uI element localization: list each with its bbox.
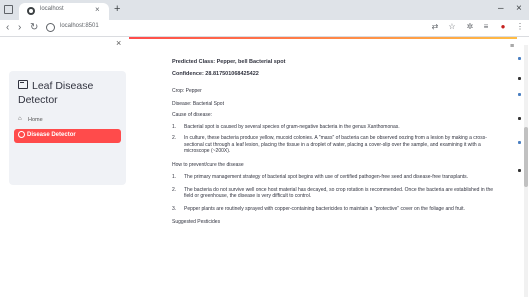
app-title-text: Leaf Disease Detector [18, 80, 94, 106]
window-close-icon[interactable]: × [516, 2, 522, 16]
list-item: 1. The primary management strategy of bac… [172, 174, 469, 180]
nav-item-label: Disease Detector [27, 132, 76, 138]
panel-fragment [518, 141, 521, 144]
cause-header: Cause of disease: [172, 112, 213, 118]
panel-fragment [518, 169, 521, 172]
browser-tab[interactable]: localhost × [19, 3, 109, 20]
panel-fragment [518, 117, 521, 120]
list-item: 3. Pepper plants are routinely sprayed wi… [172, 205, 465, 212]
confidence: Confidence: 28.817501068425422 [172, 70, 259, 77]
list-item: 2. In culture, these bacteria produce yel… [172, 135, 487, 154]
nav-menu: Leaf Disease Detector ⌂ Home Disease Det… [9, 71, 126, 185]
site-info-icon[interactable] [46, 23, 55, 32]
main-content: ≡ Predicted Class: Pepper, bell Bacteria… [129, 37, 517, 301]
minimize-icon[interactable]: – [498, 2, 504, 16]
nav-item-disease-detector[interactable]: Disease Detector [14, 129, 121, 143]
forward-icon[interactable]: › [18, 21, 21, 35]
browser-toolbar: ‹ › ↻ localhost:8501 ⇄ ☆ ✲ ≡ ● ⋮ [0, 20, 529, 37]
bookmark-icon[interactable]: ☆ [447, 22, 457, 32]
panel-fragment [518, 57, 521, 60]
panel-fragment [518, 77, 521, 80]
app-title: Leaf Disease Detector [18, 79, 122, 107]
sidebar-close-icon[interactable]: × [116, 38, 121, 48]
tab-title: localhost [40, 6, 64, 12]
side-panel [517, 37, 529, 301]
profile-icon[interactable]: ● [498, 22, 508, 32]
window-menu-icon[interactable] [4, 5, 13, 14]
address-bar[interactable]: localhost:8501 [44, 22, 464, 34]
header-decoration [129, 37, 517, 39]
reload-icon[interactable]: ↻ [30, 21, 38, 35]
scrollbar-thumb[interactable] [524, 127, 528, 187]
predicted-class: Predicted Class: Pepper, bell Bacterial … [172, 59, 286, 65]
app-menu-icon[interactable]: ≡ [510, 43, 514, 50]
circle-icon [18, 131, 25, 138]
suggest-header: Suggested Pesticides [172, 219, 221, 225]
url-text[interactable]: localhost:8501 [60, 23, 99, 29]
nav-item-home[interactable]: ⌂ Home [16, 115, 119, 127]
tab-close-icon[interactable]: × [95, 5, 100, 15]
cause-list: 1. Bacterial spot is caused by several sp… [172, 124, 497, 155]
new-tab-icon[interactable]: + [114, 3, 120, 15]
app-logo-icon [18, 80, 28, 89]
home-icon: ⌂ [18, 116, 22, 122]
favicon-icon [27, 7, 35, 15]
translate-icon[interactable]: ⇄ [430, 22, 440, 32]
reading-list-icon[interactable]: ≡ [481, 22, 491, 32]
extension-icon[interactable]: ✲ [465, 22, 475, 32]
sidebar: × Leaf Disease Detector ⌂ Home Disease D… [0, 37, 129, 301]
disease-name: Disease: Bacterial Spot [172, 100, 224, 107]
list-item: 2. The bacteria do not survive well once … [172, 186, 494, 200]
nav-item-label: Home [28, 117, 43, 123]
panel-fragment [518, 93, 521, 96]
prevent-header: How to prevent/cure the disease [172, 161, 244, 168]
result-panel: Predicted Class: Pepper, bell Bacterial … [172, 59, 497, 226]
crop-name: Crop: Pepper [172, 88, 202, 94]
back-icon[interactable]: ‹ [6, 21, 9, 35]
more-menu-icon[interactable]: ⋮ [515, 22, 525, 32]
prevent-list: 1. The primary management strategy of bac… [172, 174, 497, 212]
list-item: 1. Bacterial spot is caused by several sp… [172, 123, 400, 130]
browser-titlebar: localhost × + – × [0, 0, 529, 20]
